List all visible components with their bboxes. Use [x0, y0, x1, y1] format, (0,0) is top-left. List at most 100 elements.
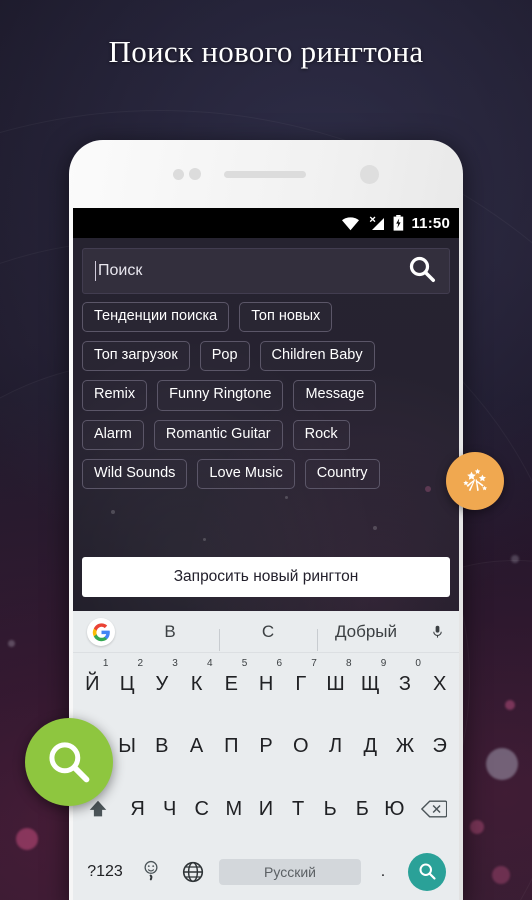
decor-dust [373, 526, 377, 530]
key-number-label: 4 [207, 658, 213, 669]
symbols-key[interactable]: ?123 [79, 863, 131, 881]
tag-chip[interactable]: Country [304, 458, 380, 490]
key-number-label: 8 [345, 658, 352, 669]
key-letter[interactable]: Д [353, 716, 388, 779]
key-letter[interactable]: О [283, 716, 318, 779]
decor-dust [111, 510, 115, 514]
tag-chip[interactable]: Children Baby [259, 341, 375, 372]
key-letter[interactable]: 3У [144, 653, 179, 716]
floating-search-badge[interactable] [25, 718, 113, 806]
key-letter[interactable]: Х [422, 653, 457, 716]
key-letter[interactable]: С [186, 778, 218, 841]
key-letter[interactable]: П [214, 716, 249, 779]
key-letter[interactable]: В [144, 716, 179, 779]
key-letter[interactable]: Б [346, 778, 378, 841]
phone-mockup: 11:50 Поиск Тенденции поиска Топ новых Т… [69, 140, 463, 900]
period-key[interactable]: . [365, 863, 401, 881]
earpiece-speaker [224, 171, 306, 178]
fireworks-sparkle-icon [463, 468, 487, 491]
tag-chip[interactable]: Топ новых [239, 302, 333, 333]
key-letter[interactable]: 0З [388, 653, 423, 716]
text-cursor [95, 261, 96, 281]
key-letter[interactable]: А [179, 716, 214, 779]
tag-chip[interactable]: Funny Ringtone [157, 380, 284, 411]
microphone-icon[interactable] [415, 621, 459, 643]
floating-fireworks-badge[interactable] [446, 452, 504, 510]
request-new-ringtone-button[interactable]: Запросить новый рингтон [82, 557, 450, 597]
tag-chip[interactable]: Love Music [197, 458, 295, 490]
key-letter[interactable]: 5Е [214, 653, 249, 716]
search-icon[interactable] [407, 254, 437, 289]
key-letter[interactable]: Я [122, 778, 154, 841]
key-letter[interactable]: 1Й [75, 653, 110, 716]
key-number-label: 1 [102, 658, 109, 669]
decor-dust [285, 496, 288, 499]
tag-chip[interactable]: Топ загрузок [82, 341, 190, 372]
spacebar-key[interactable]: Русский [215, 858, 365, 885]
decor-bokeh [511, 555, 519, 563]
tag-chip[interactable]: Rock [292, 419, 350, 450]
search-enter-key[interactable] [401, 852, 453, 891]
key-label: У [155, 672, 169, 695]
search-enter-icon[interactable] [408, 852, 446, 891]
globe-language-icon[interactable] [171, 860, 215, 884]
key-label: З [398, 672, 412, 695]
status-bar-clock: 11:50 [411, 214, 450, 232]
tag-chip[interactable]: Wild Sounds [82, 458, 188, 490]
tag-chip[interactable]: Romantic Guitar [153, 419, 283, 450]
key-label: Н [258, 672, 274, 695]
phone-top-bezel [69, 140, 463, 208]
keyboard-row-4: ?123 Русский . [73, 841, 459, 900]
decor-bokeh [492, 866, 510, 884]
key-letter[interactable]: Э [422, 716, 457, 779]
light-sensor-icon [189, 168, 201, 180]
google-logo-icon[interactable] [87, 618, 115, 646]
suggestion-item-2[interactable]: С [219, 622, 317, 651]
tag-chip[interactable]: Message [293, 380, 377, 411]
key-letter[interactable]: 6Н [249, 653, 284, 716]
app-content: Поиск Тенденции поиска Топ новых Топ заг… [73, 238, 459, 611]
key-letter[interactable]: Ы [110, 716, 145, 779]
key-label: К [190, 672, 203, 695]
spacebar-label: Русский [219, 858, 361, 885]
key-letter[interactable]: Ю [378, 778, 410, 841]
key-letter[interactable]: Ч [154, 778, 186, 841]
key-letter[interactable]: Ж [388, 716, 423, 779]
proximity-sensor-icon [173, 169, 184, 180]
virtual-keyboard: В С Добрый 1Й 2Ц 3У 4К 5Е 6Н 7 Г 8 Ш 9 Щ… [73, 611, 459, 900]
key-letter[interactable]: Р [249, 716, 284, 779]
tag-chip[interactable]: Pop [199, 341, 250, 372]
decor-bokeh [505, 700, 515, 710]
key-letter[interactable]: 4К [179, 653, 214, 716]
decor-dust [203, 538, 206, 541]
phone-screen: 11:50 Поиск Тенденции поиска Топ новых Т… [73, 208, 459, 900]
decor-bokeh [470, 820, 484, 834]
front-camera-icon [360, 165, 379, 184]
key-label: Х [433, 672, 447, 695]
search-icon [49, 742, 90, 783]
key-letter[interactable]: 2Ц [110, 653, 145, 716]
key-letter[interactable]: 8Ш [318, 653, 353, 716]
key-letter[interactable]: 9Щ [353, 653, 388, 716]
keyboard-row-1: 1Й 2Ц 3У 4К 5Е 6Н 7Г 8Ш 9Щ 0З Х [73, 653, 459, 716]
backspace-delete-icon[interactable] [410, 778, 457, 841]
tag-chip[interactable]: Remix [82, 380, 148, 411]
key-letter[interactable]: Л [318, 716, 353, 779]
suggestion-item-3[interactable]: Добрый [317, 622, 415, 651]
key-label: Ш [326, 672, 345, 695]
tag-chip[interactable]: Alarm [82, 419, 144, 450]
key-label: Г [295, 672, 307, 695]
key-letter[interactable]: М [218, 778, 250, 841]
battery-charging-icon [393, 215, 404, 231]
key-letter[interactable]: 7Г [283, 653, 318, 716]
search-placeholder: Поиск [98, 262, 143, 279]
emoji-comma-icon[interactable] [131, 859, 171, 885]
key-letter[interactable]: Т [282, 778, 314, 841]
tag-row: Топ загрузок Pop Children Baby [82, 341, 450, 372]
suggestion-item-1[interactable]: В [121, 622, 219, 642]
key-letter[interactable]: Ь [314, 778, 346, 841]
key-number-label: 5 [241, 658, 248, 669]
search-input[interactable]: Поиск [82, 248, 450, 294]
tag-chip[interactable]: Тенденции поиска [82, 302, 230, 333]
key-letter[interactable]: И [250, 778, 282, 841]
